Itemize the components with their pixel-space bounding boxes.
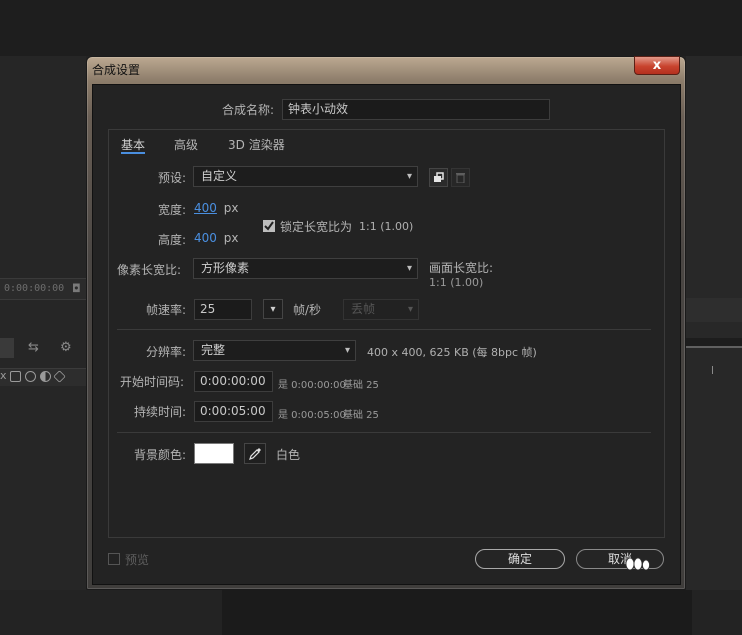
resolution-info: 400 x 400, 625 KB (每 8bpc 帧)	[367, 346, 537, 359]
ok-button[interactable]: 确定	[475, 549, 565, 569]
width-value[interactable]: 400	[194, 201, 217, 215]
resolution-label: 分辨率:	[146, 345, 187, 359]
tab-advanced[interactable]: 高级	[174, 136, 198, 153]
resolution-select[interactable]: 完整 ▾	[193, 340, 356, 361]
drop-frame-select[interactable]: 丢帧 ▾	[343, 299, 419, 320]
app-panel-tab[interactable]	[0, 338, 14, 358]
app-ruler-tick	[712, 366, 713, 374]
start-timecode-base: 基础 25	[343, 380, 379, 391]
app-timeline-area	[222, 590, 692, 635]
trash-icon	[456, 173, 465, 183]
chevron-down-icon: ▾	[407, 304, 413, 315]
width-label: 宽度:	[158, 203, 187, 217]
lock-aspect-label[interactable]: 锁定长宽比为	[280, 218, 352, 235]
bg-color-name: 白色	[276, 448, 301, 462]
duration-label: 持续时间:	[134, 405, 187, 419]
frame-rate-dropdown[interactable]: ▾	[263, 299, 283, 319]
graph-editor-icon[interactable]: ⇆	[28, 340, 39, 355]
render-icon[interactable]: ⚙	[60, 340, 72, 355]
duration-input[interactable]: 0:00:05:00	[194, 401, 273, 422]
start-timecode-label: 开始时间码:	[120, 375, 185, 389]
comp-name-label: 合成名称:	[222, 103, 275, 117]
resolution-value: 完整	[201, 343, 226, 357]
save-preset-button[interactable]	[429, 168, 448, 187]
preset-label: 预设:	[158, 171, 187, 185]
height-unit: px	[223, 231, 239, 245]
preset-value: 自定义	[201, 169, 238, 183]
drop-frame-value: 丢帧	[351, 302, 376, 316]
height-field[interactable]: 400 px	[194, 231, 238, 245]
frame-aspect-label: 画面长宽比:	[429, 261, 494, 275]
height-label: 高度:	[158, 233, 187, 247]
hand-cursor-icon	[625, 557, 650, 571]
motion-blur-icon[interactable]	[25, 371, 36, 382]
width-field[interactable]: 400 px	[194, 201, 238, 215]
settings-panel	[108, 129, 665, 538]
bg-color-swatch[interactable]	[194, 443, 234, 464]
pixel-aspect-label: 像素长宽比:	[117, 263, 182, 277]
preview-checkbox[interactable]	[108, 553, 120, 565]
width-unit: px	[223, 201, 239, 215]
pixel-aspect-select[interactable]: 方形像素 ▾	[193, 258, 418, 279]
close-icon: x	[652, 58, 662, 73]
chevron-down-icon: ▾	[344, 345, 350, 356]
close-button[interactable]: x	[634, 56, 680, 75]
window-title: 合成设置	[92, 63, 141, 77]
tab-3d-renderer[interactable]: 3D 渲染器	[228, 136, 285, 153]
app-right-strip	[686, 298, 742, 322]
divider	[117, 432, 651, 433]
divider	[117, 329, 651, 330]
checkmark-icon	[264, 221, 274, 231]
cursor-overlay	[624, 556, 654, 573]
chevron-down-icon: ▾	[406, 171, 412, 182]
frame-aspect-value: 1:1 (1.00)	[429, 276, 484, 289]
pixel-aspect-value: 方形像素	[201, 261, 250, 275]
delete-preset-button[interactable]	[451, 168, 470, 187]
tab-basic[interactable]: 基本	[121, 136, 145, 153]
app-top-area	[0, 0, 742, 56]
camera-icon[interactable]: ◘	[72, 282, 81, 295]
eyedropper-icon	[249, 447, 261, 460]
duration-base: 基础 25	[343, 410, 379, 421]
start-timecode-input[interactable]: 0:00:00:00	[194, 371, 273, 392]
eyedropper-button[interactable]	[244, 443, 266, 464]
adjustment-icon[interactable]	[40, 371, 51, 382]
start-timecode-is: 是 0:00:00:00	[278, 380, 346, 391]
duration-is: 是 0:00:05:00	[278, 410, 346, 421]
tab-basic-underline	[121, 152, 145, 154]
save-icon	[434, 172, 444, 182]
app-timecode: 0:00:00:00	[4, 283, 65, 294]
app-right-ruler	[686, 338, 742, 348]
bg-color-label: 背景颜色:	[134, 448, 187, 462]
frame-rate-input[interactable]: 25	[194, 299, 252, 320]
lock-aspect-ratio: 1:1 (1.00)	[359, 220, 414, 233]
preset-select[interactable]: 自定义 ▾	[193, 166, 418, 187]
frame-rate-label: 帧速率:	[146, 303, 187, 317]
comp-name-input[interactable]: 钟表小动效	[282, 99, 550, 120]
preview-label[interactable]: 预览	[125, 551, 149, 568]
frame-rate-unit: 帧/秒	[293, 303, 322, 317]
x-icon[interactable]: x	[0, 369, 7, 382]
chevron-down-icon: ▾	[270, 303, 276, 315]
layer-switch-icon[interactable]	[10, 371, 21, 382]
height-value[interactable]: 400	[194, 231, 217, 245]
lock-aspect-checkbox[interactable]	[263, 220, 275, 232]
chevron-down-icon: ▾	[406, 263, 412, 274]
